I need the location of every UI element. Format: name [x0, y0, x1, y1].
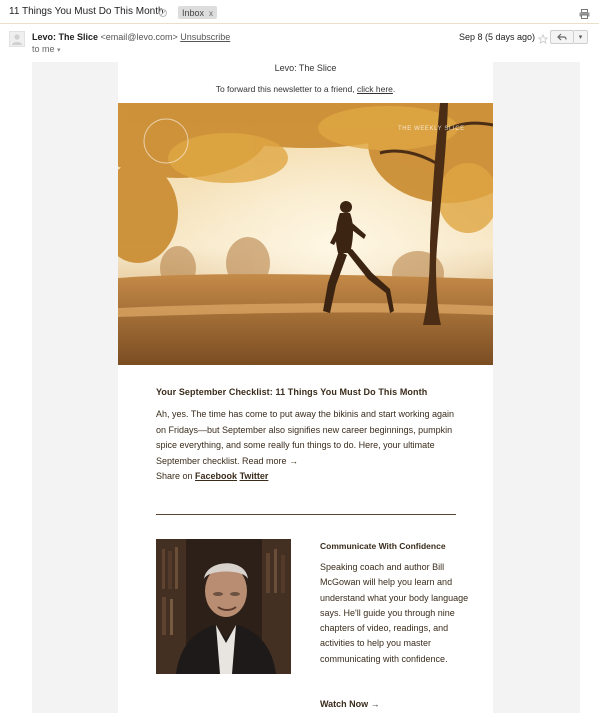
hero-overlay-text: THE WEEKLY SLICE [398, 126, 465, 132]
forward-link[interactable]: click here [357, 84, 393, 94]
more-actions-button[interactable]: ▾ [574, 30, 588, 44]
sender-line: Levo: The Slice <email@levo.com> Unsubsc… [32, 32, 230, 42]
recipient-line[interactable]: to me ▾ [32, 44, 61, 54]
mute-icon[interactable] [158, 5, 168, 17]
inbox-label-text: Inbox [182, 8, 205, 18]
forward-text: To forward this newsletter to a friend, [215, 84, 357, 94]
avatar[interactable] [9, 31, 25, 47]
recipient-text: to me [32, 44, 55, 54]
unsubscribe-link[interactable]: Unsubscribe [180, 32, 230, 42]
newsletter: Levo: The Slice To forward this newslett… [118, 62, 493, 713]
avatar-icon [12, 34, 22, 45]
subject-divider [0, 23, 599, 24]
article-title[interactable]: Your September Checklist: 11 Things You … [156, 387, 476, 397]
promo-title[interactable]: Communicate With Confidence [320, 541, 446, 551]
remove-label-icon[interactable]: x [209, 9, 213, 18]
share-line: Share on Facebook Twitter [156, 471, 268, 481]
article-body: Ah, yes. The time has come to put away t… [156, 409, 454, 466]
hero-image[interactable]: THE WEEKLY SLICE [118, 103, 493, 365]
reply-icon [557, 33, 567, 41]
chevron-down-icon: ▾ [578, 34, 583, 41]
section-divider [156, 514, 456, 515]
inbox-label[interactable]: Inbox x [178, 6, 218, 19]
email-subject: 11 Things You Must Do This Month [9, 6, 164, 17]
forward-line: To forward this newsletter to a friend, … [118, 84, 493, 94]
reply-button[interactable] [550, 30, 574, 44]
star-icon[interactable] [537, 31, 549, 45]
share-twitter-link[interactable]: Twitter [240, 471, 269, 481]
watch-now-link[interactable]: Watch Now → [320, 699, 380, 709]
promo-photo[interactable] [156, 539, 291, 674]
promo-body: Speaking coach and author Bill McGowan w… [320, 562, 469, 664]
recipient-details-icon[interactable]: ▾ [57, 47, 61, 54]
sender-name[interactable]: Levo: The Slice [32, 32, 98, 42]
print-icon[interactable] [579, 6, 590, 19]
forward-suffix: . [392, 84, 396, 94]
subject-row: 11 Things You Must Do This Month Inbox x [0, 0, 599, 24]
newsletter-title: Levo: The Slice [274, 63, 337, 73]
share-facebook-link[interactable]: Facebook [195, 471, 237, 481]
email-date: Sep 8 (5 days ago) [459, 32, 536, 42]
sender-email: <email@levo.com> [100, 32, 178, 42]
share-prefix: Share on [156, 471, 196, 481]
